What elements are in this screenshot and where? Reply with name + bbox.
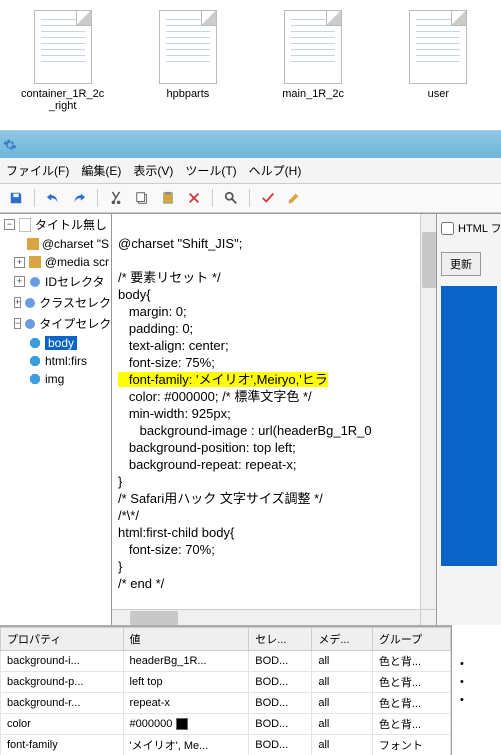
table-row[interactable]: color#000000BOD...all色と背... xyxy=(1,714,451,735)
tree-label: html:firs xyxy=(45,354,87,368)
col-media[interactable]: メデ... xyxy=(312,628,373,651)
highlighted-line: font-family: 'メイリオ',Meiryo,'ヒラ xyxy=(118,372,328,387)
table-row[interactable]: background-p...left topBOD...all色と背... xyxy=(1,672,451,693)
code-editor[interactable]: @charset "Shift_JIS"; /* 要素リセット */ body{… xyxy=(112,214,436,625)
explorer-thumbnails: container_1R_2c_right hpbparts main_1R_2… xyxy=(0,0,501,130)
checkbox[interactable] xyxy=(441,222,454,235)
toolbar xyxy=(0,184,501,213)
collapse-icon[interactable]: − xyxy=(14,318,21,329)
menu-tools[interactable]: ツール(T) xyxy=(185,162,236,179)
file-label: user xyxy=(428,88,449,100)
tree-item-html[interactable]: html:firs xyxy=(0,352,111,370)
collapse-icon[interactable]: − xyxy=(4,219,15,230)
file-label: main_1R_2c xyxy=(282,88,344,100)
tree-type-selectors[interactable]: − タイプセレクタ xyxy=(0,313,111,334)
col-selector[interactable]: セレ... xyxy=(249,628,312,651)
expand-icon[interactable]: + xyxy=(14,276,25,287)
col-value[interactable]: 値 xyxy=(123,628,249,651)
tree-charset[interactable]: @charset "S xyxy=(0,235,111,253)
app-icon xyxy=(0,131,20,159)
expand-icon[interactable]: + xyxy=(14,257,25,268)
refresh-button[interactable]: 更新 xyxy=(441,252,481,276)
tree-label: img xyxy=(45,372,64,386)
tree-label: body xyxy=(45,336,77,350)
file-icon[interactable]: container_1R_2c_right xyxy=(20,10,105,130)
tree-media[interactable]: + @media scr xyxy=(0,253,111,271)
horizontal-scrollbar[interactable] xyxy=(112,609,420,625)
check-icon[interactable] xyxy=(258,188,278,208)
at-rule-icon xyxy=(28,255,42,269)
selector-icon xyxy=(28,354,42,368)
vertical-scrollbar[interactable] xyxy=(420,214,436,609)
menu-edit[interactable]: 編集(E) xyxy=(81,162,121,179)
folder-icon xyxy=(28,275,42,289)
selector-icon xyxy=(28,372,42,386)
checkbox-label: HTML ファ xyxy=(458,220,501,236)
menubar: ファイル(F) 編集(E) 表示(V) ツール(T) ヘルプ(H) xyxy=(0,158,501,184)
tree-item-body[interactable]: body xyxy=(0,334,111,352)
file-icon[interactable]: hpbparts xyxy=(145,10,230,130)
css-tree: − タイトル無し @charset "S + @media scr + IDセレ… xyxy=(0,214,112,625)
tree-label: クラスセレクタ xyxy=(39,294,112,311)
expand-icon[interactable]: + xyxy=(14,297,21,308)
tree-label: @charset "S xyxy=(42,237,109,251)
paste-icon[interactable] xyxy=(158,188,178,208)
table-row[interactable]: font-family'メイリオ', Me...BOD...allフォント xyxy=(1,735,451,755)
tree-label: タイトル無し xyxy=(35,216,107,233)
preview-panel: HTML ファ 更新 xyxy=(436,214,501,625)
tree-root[interactable]: − タイトル無し xyxy=(0,214,111,235)
folder-icon xyxy=(24,296,36,310)
edit-icon[interactable] xyxy=(284,188,304,208)
menu-view[interactable]: 表示(V) xyxy=(133,162,173,179)
tree-label: IDセレクタ xyxy=(45,273,105,290)
window-titlebar xyxy=(0,130,501,158)
folder-icon xyxy=(24,317,36,331)
property-grid: プロパティ 値 セレ... メデ... グループ background-i...… xyxy=(0,625,451,755)
tree-label: タイプセレクタ xyxy=(39,315,112,332)
file-label: container_1R_2c_right xyxy=(20,88,105,112)
cut-icon[interactable] xyxy=(106,188,126,208)
tree-label: @media scr xyxy=(45,255,109,269)
file-icon[interactable]: user xyxy=(396,10,481,130)
color-swatch xyxy=(176,718,188,730)
document-icon xyxy=(18,218,32,232)
side-bullets: ••• xyxy=(451,625,501,755)
selector-icon xyxy=(28,336,42,350)
scroll-corner xyxy=(420,609,436,625)
copy-icon[interactable] xyxy=(132,188,152,208)
tree-class-selectors[interactable]: + クラスセレクタ xyxy=(0,292,111,313)
col-property[interactable]: プロパティ xyxy=(1,628,124,651)
delete-icon[interactable] xyxy=(184,188,204,208)
table-row[interactable]: background-i...headerBg_1R...BOD...all色と… xyxy=(1,651,451,672)
tree-item-img[interactable]: img xyxy=(0,370,111,388)
save-icon[interactable] xyxy=(6,188,26,208)
redo-icon[interactable] xyxy=(69,188,89,208)
file-label: hpbparts xyxy=(166,88,209,100)
menu-help[interactable]: ヘルプ(H) xyxy=(249,162,302,179)
table-row[interactable]: background-r...repeat-xBOD...all色と背... xyxy=(1,693,451,714)
at-rule-icon xyxy=(27,237,39,251)
col-group[interactable]: グループ xyxy=(372,628,450,651)
undo-icon[interactable] xyxy=(43,188,63,208)
tree-id-selectors[interactable]: + IDセレクタ xyxy=(0,271,111,292)
file-icon[interactable]: main_1R_2c xyxy=(271,10,356,130)
find-icon[interactable] xyxy=(221,188,241,208)
html-file-checkbox[interactable]: HTML ファ xyxy=(441,220,497,236)
menu-file[interactable]: ファイル(F) xyxy=(6,162,69,179)
preview-area xyxy=(441,286,497,566)
